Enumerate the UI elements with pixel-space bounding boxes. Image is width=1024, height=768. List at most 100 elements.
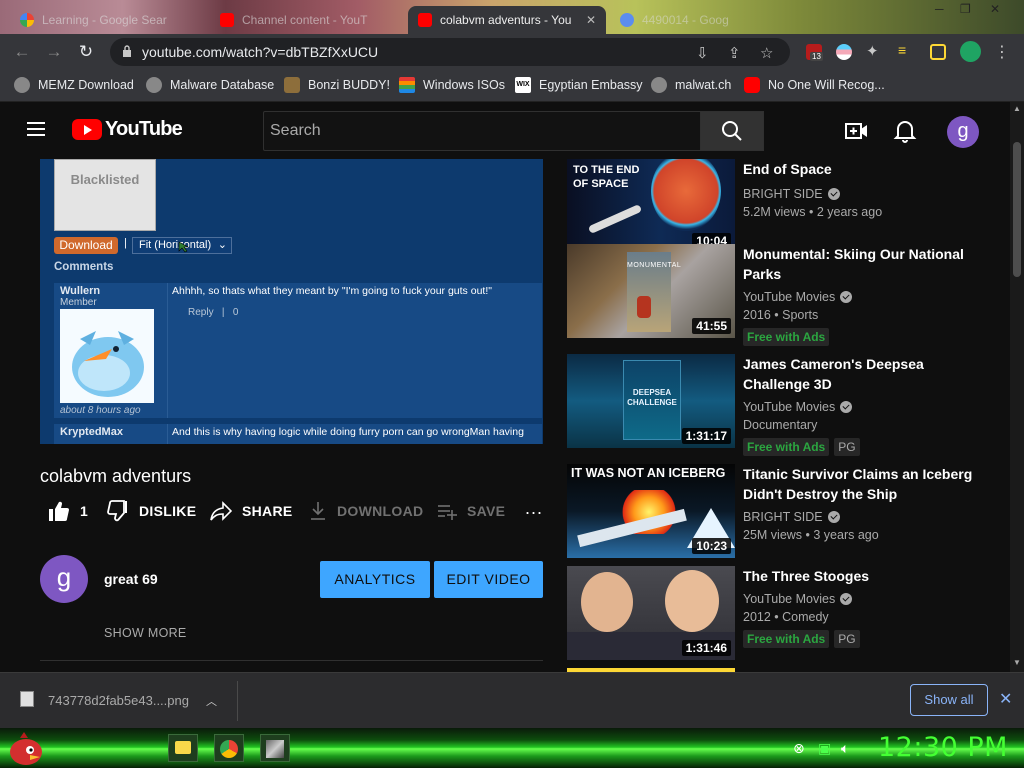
close-tab-icon[interactable]: ✕ bbox=[586, 13, 596, 27]
video-thumbnail[interactable]: 1:31:46 bbox=[567, 566, 735, 660]
profile-icon[interactable] bbox=[960, 41, 981, 62]
face-right bbox=[665, 570, 719, 632]
notifications-bell-icon[interactable] bbox=[892, 118, 918, 144]
video-thumbnail[interactable]: MONUMENTAL 41:55 bbox=[567, 244, 735, 338]
scroll-down-icon[interactable]: ▼ bbox=[1013, 658, 1021, 667]
scroll-up-icon[interactable]: ▲ bbox=[1013, 104, 1021, 113]
scrollbar-thumb[interactable] bbox=[1013, 142, 1021, 277]
taskbar-chrome[interactable] bbox=[214, 734, 244, 762]
video-thumbnail[interactable]: IT WAS NOT AN ICEBERG 10:23 bbox=[567, 464, 735, 558]
download-button[interactable]: DOWNLOAD bbox=[309, 499, 423, 523]
wix-icon: WIX bbox=[515, 77, 531, 93]
comment-item: KryptedMax And this is why having logic … bbox=[54, 424, 542, 444]
kebab-menu-icon[interactable]: ⋮ bbox=[994, 42, 1010, 62]
back-icon[interactable]: ← bbox=[12, 42, 32, 62]
youtube-logo[interactable]: YouTube bbox=[72, 118, 183, 141]
bookmark-egyptian-embassy[interactable]: WIX Egyptian Embassy bbox=[515, 77, 643, 93]
share-arrow-icon bbox=[210, 501, 232, 521]
account-avatar[interactable]: g bbox=[947, 116, 979, 148]
channel-name[interactable]: YouTube Movies bbox=[743, 592, 853, 606]
tab-google-search[interactable]: Learning - Google Sear bbox=[10, 6, 210, 34]
battery-icon[interactable]: ▣ bbox=[818, 740, 831, 757]
globe-icon bbox=[651, 77, 667, 93]
like-button[interactable]: 1 bbox=[48, 499, 88, 523]
channel-name[interactable]: BRIGHT SIDE bbox=[743, 187, 840, 201]
playlist-icon[interactable]: ≡ bbox=[898, 42, 914, 58]
verified-check-icon bbox=[827, 188, 840, 200]
puzzle-icon[interactable]: ✦ bbox=[866, 42, 882, 60]
video-title[interactable]: Monumental: Skiing Our National Parks bbox=[743, 244, 973, 284]
forward-icon[interactable]: → bbox=[44, 42, 64, 62]
flag-extension-icon[interactable] bbox=[836, 44, 852, 60]
show-more-button[interactable]: SHOW MORE bbox=[104, 626, 187, 640]
folder-icon bbox=[175, 741, 191, 754]
close-icon[interactable]: ✕ bbox=[999, 689, 1012, 709]
channel-name[interactable]: YouTube Movies bbox=[743, 400, 853, 414]
channel-avatar[interactable]: g bbox=[40, 555, 88, 603]
video-thumbnail[interactable]: DEEPSEA CHALLENGE 1:31:17 bbox=[567, 354, 735, 448]
downloaded-file[interactable]: 743778d2fab5e43....png bbox=[48, 693, 189, 708]
video-title[interactable]: Titanic Survivor Claims an Iceberg Didn'… bbox=[743, 464, 973, 504]
restore-icon[interactable]: ❐ bbox=[960, 2, 971, 16]
clock[interactable]: 12:30 PM bbox=[878, 732, 1008, 763]
address-bar[interactable]: youtube.com/watch?v=dbTBZfXxUCU ⇩ ⇪ ☆ bbox=[110, 38, 790, 66]
blacklisted-thumbnail: Blacklisted bbox=[54, 159, 156, 231]
tab-colabvm-adventurs[interactable]: colabvm adventurs - You ✕ bbox=[408, 6, 606, 34]
suggested-video[interactable]: IT WAS NOT AN ICEBERG 10:23 Titanic Surv… bbox=[567, 464, 1007, 568]
suggested-video[interactable]: DEEPSEA CHALLENGE 1:31:17 James Cameron'… bbox=[567, 354, 1007, 458]
network-icon[interactable]: ⊗ bbox=[793, 740, 805, 757]
channel-name[interactable]: YouTube Movies bbox=[743, 290, 853, 304]
free-with-ads-badge: Free with Ads bbox=[743, 328, 830, 346]
share-icon[interactable]: ⇪ bbox=[728, 44, 741, 62]
bookmark-malwatch[interactable]: malwat.ch bbox=[651, 77, 731, 93]
bookmark-no-one-will-recognize[interactable]: No One Will Recog... bbox=[744, 77, 885, 93]
start-button-angry-bird-icon[interactable] bbox=[6, 730, 46, 766]
menu-icon[interactable] bbox=[27, 122, 45, 136]
volume-icon[interactable]: 🔈︎ bbox=[841, 740, 849, 757]
chevron-up-icon[interactable]: ︿ bbox=[206, 693, 217, 709]
suggested-video[interactable]: MONUMENTAL 41:55 Monumental: Skiing Our … bbox=[567, 244, 1007, 348]
search-input[interactable] bbox=[264, 112, 700, 150]
video-title[interactable]: The Three Stooges bbox=[743, 566, 973, 586]
suggested-video[interactable]: 1:31:46 The Three Stooges YouTube Movies… bbox=[567, 566, 1007, 672]
video-player[interactable]: Blacklisted Download | Fit (Horizontal) … bbox=[40, 159, 543, 444]
close-window-icon[interactable]: ✕ bbox=[990, 2, 1000, 16]
chevron-down-icon: ⌄ bbox=[217, 239, 227, 251]
reload-icon[interactable]: ↻ bbox=[76, 42, 96, 62]
search-button[interactable] bbox=[700, 111, 764, 151]
sidepanel-icon[interactable] bbox=[930, 44, 946, 60]
bookmark-star-icon[interactable]: ☆ bbox=[760, 44, 773, 62]
more-actions-icon[interactable]: ... bbox=[525, 498, 543, 519]
bookmark-memz[interactable]: MEMZ Download bbox=[14, 77, 134, 93]
dislike-button[interactable]: DISLIKE bbox=[107, 499, 196, 523]
tab-google-result[interactable]: 4490014 - Goog bbox=[610, 6, 760, 34]
show-all-button[interactable]: Show all bbox=[910, 684, 988, 716]
taskbar-app[interactable] bbox=[260, 734, 290, 762]
bookmark-malware-database[interactable]: Malware Database bbox=[146, 77, 274, 93]
taskbar-file-explorer[interactable] bbox=[168, 734, 198, 762]
comment-avatar bbox=[60, 309, 154, 403]
search-field[interactable] bbox=[263, 111, 701, 151]
minimize-icon[interactable]: ─ bbox=[935, 2, 944, 16]
save-button[interactable]: SAVE bbox=[437, 499, 505, 523]
playlist-add-icon bbox=[438, 505, 457, 520]
channel-name[interactable]: great 69 bbox=[104, 571, 158, 587]
blue-bird-avatar-icon bbox=[60, 309, 154, 403]
video-thumbnail[interactable]: TO THE END OF SPACE 10:04 bbox=[567, 159, 735, 253]
create-video-icon[interactable] bbox=[843, 118, 869, 144]
tab-channel-content[interactable]: Channel content - YouT bbox=[210, 6, 408, 34]
verified-check-icon bbox=[840, 593, 853, 605]
video-meta: 5.2M views • 2 years ago bbox=[743, 205, 883, 219]
install-icon[interactable]: ⇩ bbox=[696, 44, 709, 62]
verified-check-icon bbox=[827, 511, 840, 523]
analytics-button[interactable]: ANALYTICS bbox=[320, 561, 430, 598]
channel-name[interactable]: BRIGHT SIDE bbox=[743, 510, 840, 524]
video-title[interactable]: End of Space bbox=[743, 159, 973, 179]
verified-check-icon bbox=[840, 291, 853, 303]
edit-video-button[interactable]: EDIT VIDEO bbox=[434, 561, 543, 598]
share-button[interactable]: SHARE bbox=[210, 499, 293, 523]
video-title[interactable]: James Cameron's Deepsea Challenge 3D bbox=[743, 354, 973, 394]
page-scrollbar[interactable]: ▲ ▼ bbox=[1010, 102, 1024, 672]
bookmark-windows-isos[interactable]: Windows ISOs bbox=[399, 77, 505, 93]
bookmark-bonzi-buddy[interactable]: Bonzi BUDDY! bbox=[284, 77, 390, 93]
